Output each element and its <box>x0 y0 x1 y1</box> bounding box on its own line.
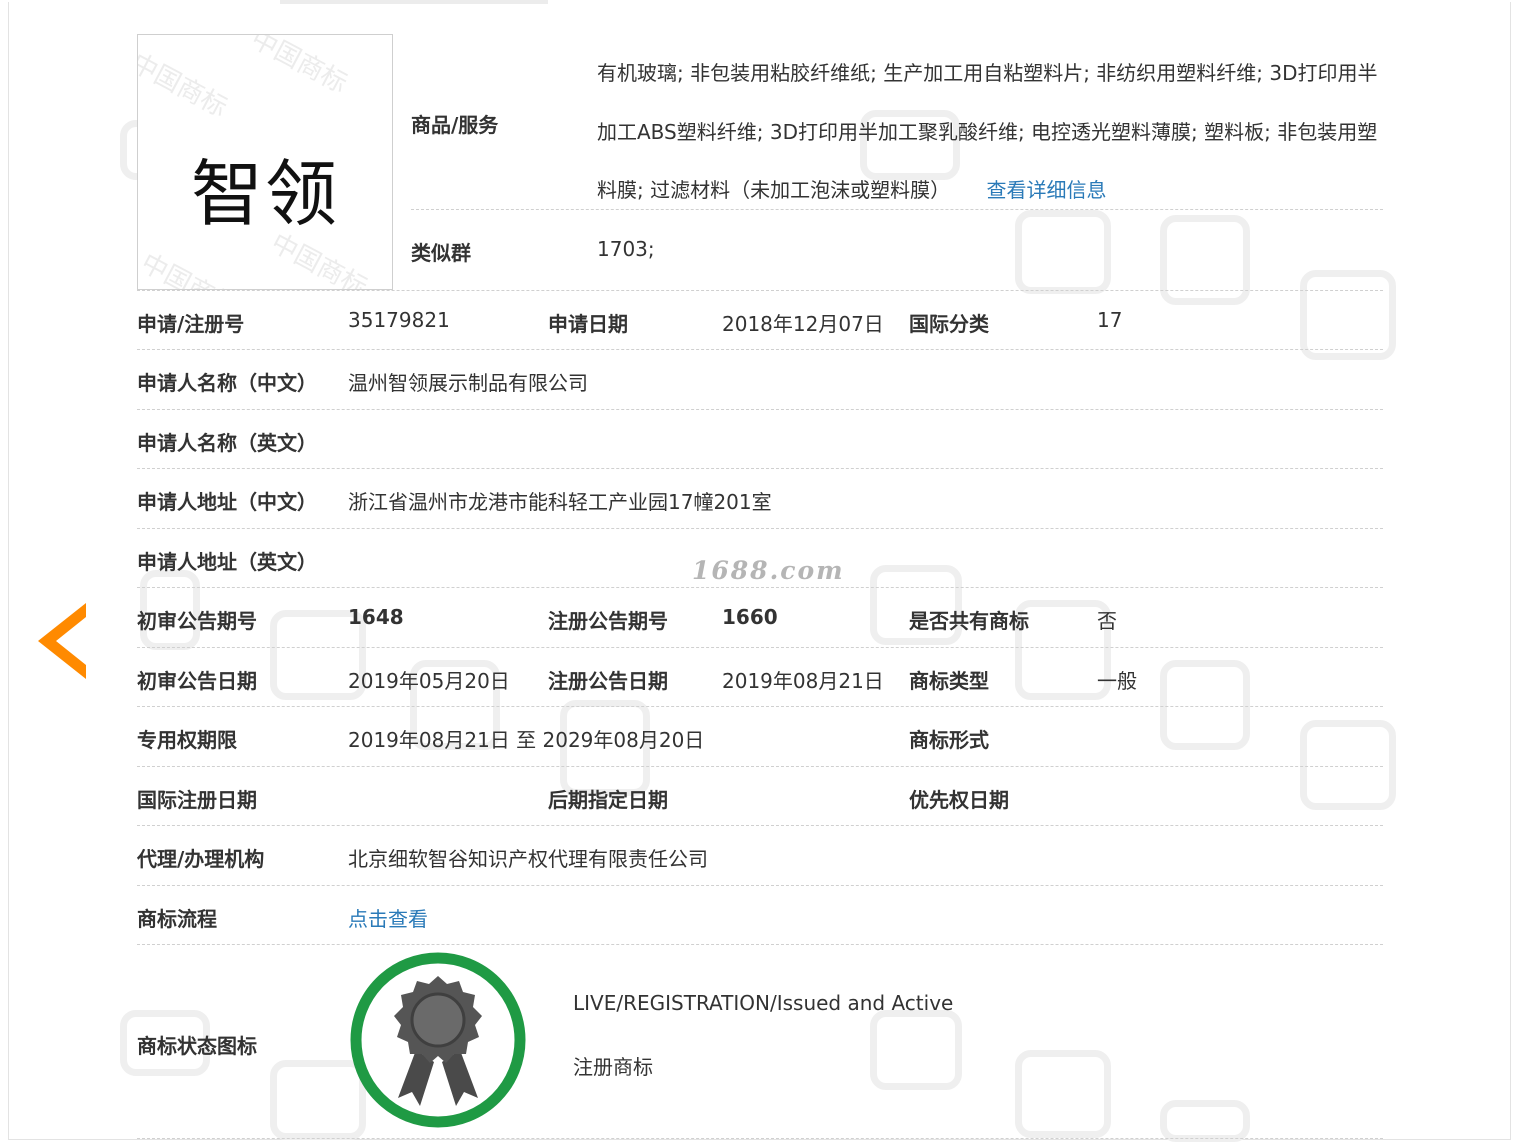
divider <box>137 885 1383 886</box>
reg-no-label: 申请/注册号 <box>137 312 245 336</box>
priority-date-label: 优先权日期 <box>909 788 1009 812</box>
goods-detail-link[interactable]: 查看详细信息 <box>986 178 1106 202</box>
divider <box>137 647 1383 648</box>
logo-watermark: 中国商标 <box>137 248 242 290</box>
address-cn-label: 申请人地址（中文） <box>137 490 317 514</box>
divider <box>137 409 1383 410</box>
reg-pub-no-value: 1660 <box>722 605 778 629</box>
reg-pub-date-value: 2019年08月21日 <box>722 669 884 693</box>
process-label: 商标流程 <box>137 907 217 931</box>
prelim-no-value: 1648 <box>348 605 404 629</box>
exclusive-period-value: 2019年08月21日 至 2029年08月20日 <box>348 728 705 752</box>
logo-watermark: 中国商标 <box>137 48 232 124</box>
address-cn-value: 浙江省温州市龙港市能科轻工产业园17幢201室 <box>348 490 772 514</box>
applicant-cn-label: 申请人名称（中文） <box>137 371 317 395</box>
status-cn: 注册商标 <box>573 1055 653 1079</box>
divider <box>137 766 1383 767</box>
divider <box>137 825 1383 826</box>
reg-pub-date-label: 注册公告日期 <box>548 669 668 693</box>
status-en: LIVE/REGISTRATION/Issued and Active <box>573 991 954 1015</box>
divider <box>137 290 1383 291</box>
divider <box>137 468 1383 469</box>
tm-type-label: 商标类型 <box>909 669 989 693</box>
intl-reg-date-label: 国际注册日期 <box>137 788 257 812</box>
trademark-logo-text: 智领 <box>190 152 339 236</box>
divider <box>137 1138 1383 1139</box>
apply-date-label: 申请日期 <box>548 312 628 336</box>
tm-type-value: 一般 <box>1097 669 1137 693</box>
apply-date-value: 2018年12月07日 <box>722 312 884 336</box>
later-designation-label: 后期指定日期 <box>548 788 668 812</box>
intl-class-label: 国际分类 <box>909 312 989 336</box>
award-ribbon-icon <box>348 950 528 1130</box>
goods-label: 商品/服务 <box>411 113 499 137</box>
applicant-cn-value: 温州智领展示制品有限公司 <box>348 371 588 395</box>
prelim-date-value: 2019年05月20日 <box>348 669 510 693</box>
top-tab-strip <box>280 0 548 4</box>
divider <box>137 706 1383 707</box>
goods-text: 有机玻璃; 非包装用粘胶纤维纸; 生产加工用自粘塑料片; 非纺织用塑料纤维; 3… <box>597 44 1387 220</box>
process-link[interactable]: 点击查看 <box>348 903 428 932</box>
site-watermark: 1688.com <box>692 556 845 585</box>
applicant-en-label: 申请人名称（英文） <box>137 431 317 455</box>
chevron-left-icon[interactable] <box>38 603 88 679</box>
exclusive-period-label: 专用权期限 <box>137 728 237 752</box>
shared-label: 是否共有商标 <box>909 609 1029 633</box>
intl-class-value: 17 <box>1097 308 1123 332</box>
divider <box>137 944 1383 945</box>
shared-value: 否 <box>1097 609 1117 633</box>
prelim-date-label: 初审公告日期 <box>137 669 257 693</box>
trademark-image[interactable]: 中国商标 中国商标 中国商标 中国商标 智领 <box>137 34 393 290</box>
logo-watermark: 中国商标 <box>245 34 352 100</box>
agent-label: 代理/办理机构 <box>137 847 265 871</box>
reg-no-value: 35179821 <box>348 308 450 332</box>
similar-group-value: 1703; <box>597 237 655 261</box>
divider <box>411 209 1383 210</box>
reg-pub-no-label: 注册公告期号 <box>548 609 668 633</box>
divider <box>137 528 1383 529</box>
similar-group-label: 类似群 <box>411 241 471 265</box>
status-label: 商标状态图标 <box>137 1034 257 1058</box>
agent-value: 北京细软智谷知识产权代理有限责任公司 <box>348 847 708 871</box>
divider <box>137 587 1383 588</box>
divider <box>137 349 1383 350</box>
tm-form-label: 商标形式 <box>909 728 989 752</box>
prelim-no-label: 初审公告期号 <box>137 609 257 633</box>
address-en-label: 申请人地址（英文） <box>137 550 317 574</box>
